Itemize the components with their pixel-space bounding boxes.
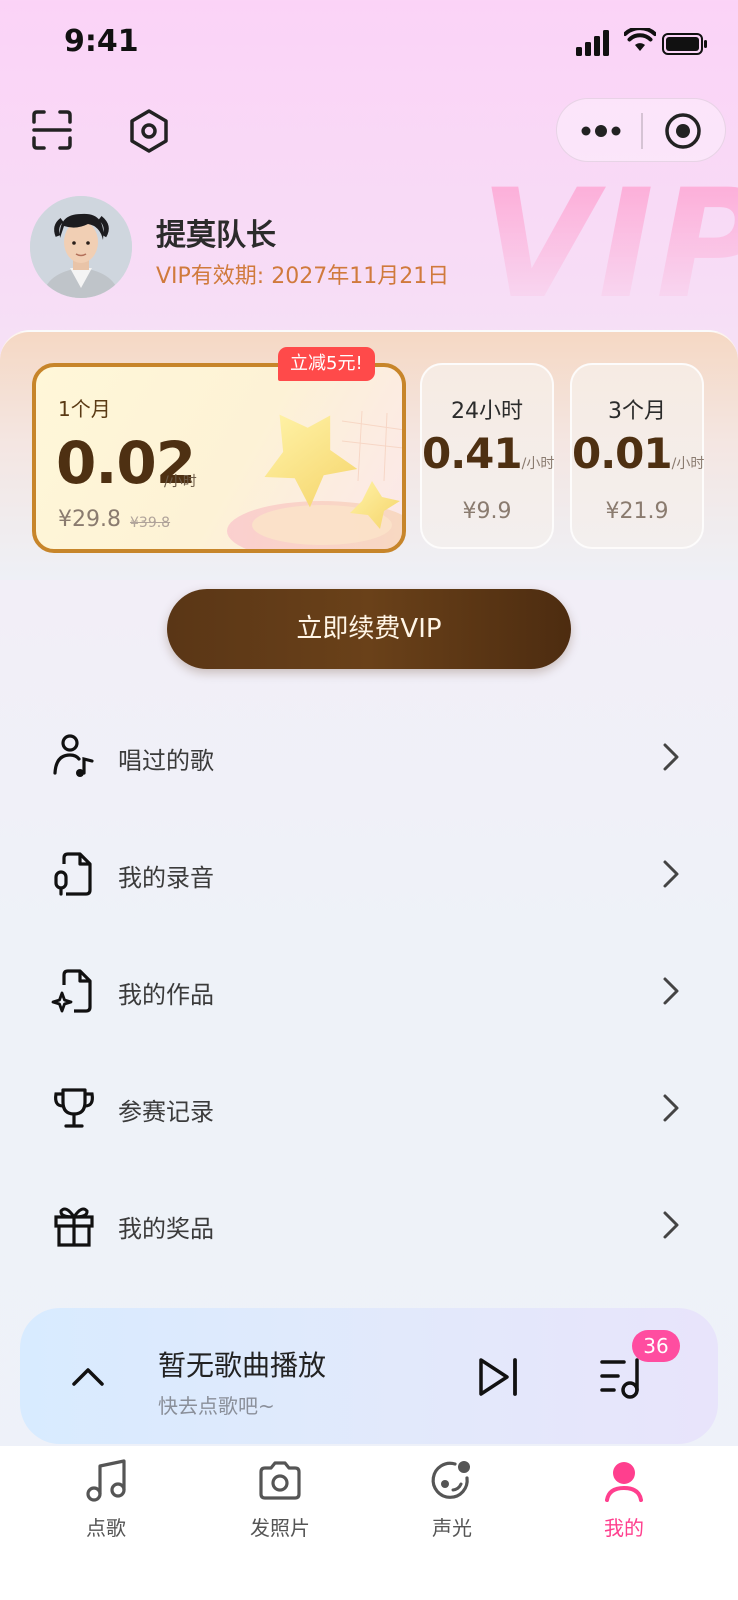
chevron-right-icon — [663, 1211, 679, 1239]
plan-price-unit: /小时 — [521, 456, 555, 472]
tab-label: 我的 — [604, 1516, 644, 1540]
chevron-right-icon — [663, 860, 679, 888]
username: 提莫队长 — [156, 218, 276, 253]
gift-icon — [54, 1207, 94, 1247]
plan-price-row: 0.41/小时 — [422, 429, 555, 478]
user-icon — [605, 1462, 643, 1502]
tab-label: 点歌 — [86, 1516, 126, 1540]
music-note-icon — [86, 1459, 126, 1502]
plan-price: 0.41 — [422, 429, 523, 478]
cellular-signal-icon — [576, 30, 609, 56]
scan-icon[interactable] — [30, 108, 74, 152]
menu-label: 我的奖品 — [118, 1215, 214, 1243]
plan-name: 1个月 — [58, 397, 111, 421]
plan-original-price: ¥39.8 — [130, 515, 171, 531]
discount-badge: 立减5元! — [278, 347, 375, 381]
sound-light-icon — [431, 1461, 470, 1499]
close-target-icon[interactable] — [663, 111, 703, 151]
menu-item-sung-songs[interactable]: 唱过的歌 — [0, 717, 738, 797]
tab-send-photo[interactable]: 发照片 — [220, 1458, 340, 1558]
menu-item-competition-records[interactable]: 参赛记录 — [0, 1068, 738, 1148]
avatar[interactable] — [30, 196, 132, 298]
skip-next-icon[interactable] — [475, 1354, 521, 1400]
plan-sale-price: ¥21.9 — [605, 499, 669, 524]
mini-player[interactable]: 暂无歌曲播放 快去点歌吧~ 36 — [20, 1308, 718, 1444]
status-time: 9:41 — [64, 24, 139, 59]
player-subtitle: 快去点歌吧~ — [158, 1394, 275, 1418]
settings-hexagon-icon[interactable] — [126, 108, 172, 154]
status-bar: 9:41 — [0, 0, 738, 90]
bottom-tab-bar: 点歌 发照片 声光 我的 — [0, 1446, 738, 1600]
plan-sale-price: ¥29.8 — [58, 507, 121, 532]
plan-card-24-hours[interactable]: 24小时 0.41/小时 ¥9.9 — [420, 363, 554, 549]
menu-item-my-prizes[interactable]: 我的奖品 — [0, 1185, 738, 1265]
player-title: 暂无歌曲播放 — [158, 1349, 327, 1382]
plan-price-unit: /小时 — [671, 456, 705, 472]
menu-label: 参赛记录 — [118, 1098, 214, 1126]
camera-icon — [259, 1461, 301, 1500]
recording-file-icon — [54, 852, 92, 896]
plan-sale-price: ¥9.9 — [462, 499, 512, 524]
wifi-icon — [624, 28, 656, 51]
works-file-icon — [51, 969, 92, 1013]
chevron-right-icon — [663, 743, 679, 771]
tab-label: 发照片 — [250, 1516, 310, 1540]
plan-name: 3个月 — [608, 399, 666, 424]
chevron-right-icon — [663, 977, 679, 1005]
plan-name: 24小时 — [451, 399, 523, 424]
chevron-right-icon — [663, 1094, 679, 1122]
tab-sound-light[interactable]: 声光 — [392, 1458, 512, 1558]
menu-label: 我的录音 — [118, 864, 214, 892]
plan-card-1-month[interactable]: 1个月 0.02 /小时 ¥29.8 ¥39.8 — [32, 363, 406, 553]
trophy-icon — [54, 1088, 94, 1128]
mini-program-capsule — [556, 98, 726, 162]
chevron-up-icon[interactable] — [68, 1356, 108, 1396]
person-music-icon — [53, 734, 94, 777]
renew-vip-button[interactable]: 立即续费VIP — [167, 589, 571, 669]
vip-expiry: VIP有效期: 2027年11月21日 — [156, 264, 450, 289]
tab-songs[interactable]: 点歌 — [46, 1458, 166, 1558]
menu-label: 我的作品 — [118, 981, 214, 1009]
plan-price-row: 0.01/小时 — [572, 429, 705, 478]
plan-price: 0.01 — [572, 429, 673, 478]
avatar-image — [30, 196, 132, 298]
battery-icon — [662, 33, 707, 55]
tab-label: 声光 — [432, 1516, 472, 1540]
menu-item-my-works[interactable]: 我的作品 — [0, 951, 738, 1031]
more-dots-icon[interactable] — [579, 119, 623, 143]
menu-item-my-recordings[interactable]: 我的录音 — [0, 834, 738, 914]
plan-card-3-months[interactable]: 3个月 0.01/小时 ¥21.9 — [570, 363, 704, 549]
plan-price-unit: /小时 — [164, 474, 197, 490]
star-decoration-icon — [227, 410, 402, 549]
queue-count-badge: 36 — [632, 1330, 680, 1362]
vip-watermark: VIP — [480, 170, 738, 320]
tab-mine[interactable]: 我的 — [564, 1458, 684, 1558]
menu-label: 唱过的歌 — [118, 747, 214, 775]
capsule-divider — [641, 113, 643, 149]
